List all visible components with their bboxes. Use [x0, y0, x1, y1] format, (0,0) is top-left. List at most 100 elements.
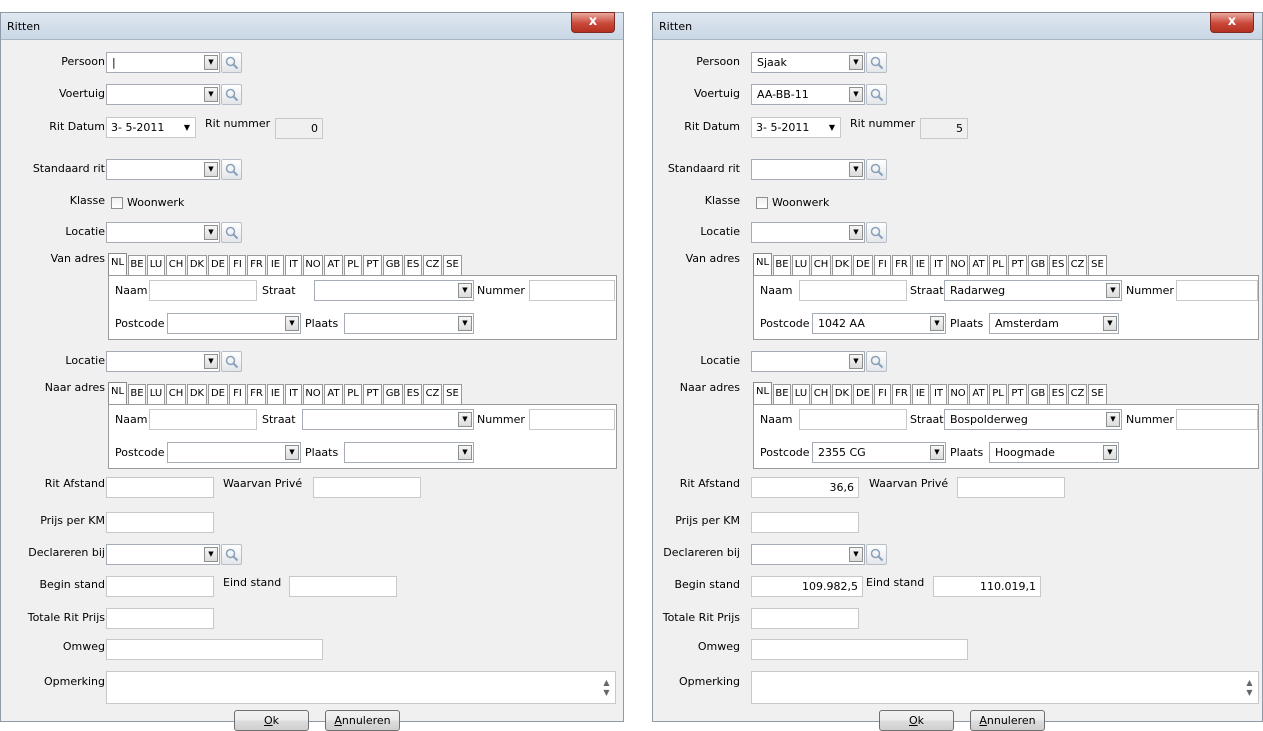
- tab-it[interactable]: IT: [930, 255, 947, 275]
- locatie-van-combo[interactable]: ▼: [106, 222, 220, 243]
- chevron-down-icon[interactable]: ▼: [849, 354, 863, 369]
- tab-it[interactable]: IT: [285, 384, 302, 404]
- van-plaats-combo[interactable]: Amsterdam ▼: [989, 313, 1119, 334]
- chevron-down-icon[interactable]: ▼: [1103, 445, 1117, 460]
- chevron-down-icon[interactable]: ▼: [458, 445, 472, 460]
- tab-be[interactable]: BE: [773, 384, 791, 404]
- chevron-down-icon[interactable]: ▼: [204, 547, 218, 562]
- tab-pt[interactable]: PT: [363, 255, 382, 275]
- van-nummer-field[interactable]: [529, 280, 615, 301]
- van-postcode-combo[interactable]: ▼: [167, 313, 301, 334]
- tab-es[interactable]: ES: [1049, 384, 1067, 404]
- persoon-search-button[interactable]: [866, 52, 887, 73]
- tab-lu[interactable]: LU: [792, 384, 810, 404]
- tab-fi[interactable]: FI: [874, 384, 891, 404]
- persoon-combo[interactable]: | ▼: [106, 52, 220, 73]
- tab-gb[interactable]: GB: [1028, 384, 1048, 404]
- tab-gb[interactable]: GB: [383, 384, 403, 404]
- waarvan-prive-field[interactable]: [313, 477, 421, 498]
- omweg-field[interactable]: [751, 639, 968, 660]
- opmerking-memo[interactable]: ▲ ▼: [106, 671, 616, 704]
- persoon-search-button[interactable]: [221, 52, 242, 73]
- tab-at[interactable]: AT: [969, 255, 988, 275]
- tab-be[interactable]: BE: [128, 384, 146, 404]
- van-nummer-field[interactable]: [1176, 280, 1258, 301]
- tab-cz[interactable]: CZ: [1068, 255, 1087, 275]
- tab-at[interactable]: AT: [324, 255, 343, 275]
- tab-cz[interactable]: CZ: [1068, 384, 1087, 404]
- tab-nl[interactable]: NL: [108, 253, 127, 276]
- chevron-down-icon[interactable]: ▼: [930, 445, 944, 460]
- eind-stand-field[interactable]: 110.019,1: [933, 576, 1041, 597]
- declareren-bij-combo[interactable]: ▼: [751, 544, 865, 565]
- standaard-rit-combo[interactable]: ▼: [751, 159, 865, 180]
- rit-afstand-field[interactable]: 36,6: [751, 477, 859, 498]
- tab-pl[interactable]: PL: [344, 384, 362, 404]
- rit-datum-picker[interactable]: 3- 5-2011 ▼: [106, 117, 196, 138]
- tab-fi[interactable]: FI: [229, 384, 246, 404]
- voertuig-search-button[interactable]: [866, 84, 887, 105]
- naar-straat-combo[interactable]: ▼: [302, 409, 474, 430]
- declareren-bij-search-button[interactable]: [866, 544, 887, 565]
- tab-ch[interactable]: CH: [811, 384, 831, 404]
- chevron-down-icon[interactable]: ▼: [204, 162, 218, 177]
- tab-gb[interactable]: GB: [1028, 255, 1048, 275]
- scroll-down-icon[interactable]: ▼: [599, 686, 614, 699]
- chevron-down-icon[interactable]: ▼: [458, 412, 472, 427]
- tab-ch[interactable]: CH: [166, 384, 186, 404]
- tab-ie[interactable]: IE: [912, 384, 929, 404]
- naar-nummer-field[interactable]: [529, 409, 615, 430]
- naar-postcode-combo[interactable]: 2355 CG ▼: [812, 442, 946, 463]
- tab-es[interactable]: ES: [404, 255, 422, 275]
- tab-it[interactable]: IT: [285, 255, 302, 275]
- persoon-combo[interactable]: Sjaak ▼: [751, 52, 865, 73]
- tab-ie[interactable]: IE: [912, 255, 929, 275]
- chevron-down-icon[interactable]: ▼: [458, 283, 472, 298]
- locatie-naar-combo[interactable]: ▼: [751, 351, 865, 372]
- tab-nl[interactable]: NL: [753, 253, 772, 276]
- tab-gb[interactable]: GB: [383, 255, 403, 275]
- chevron-down-icon[interactable]: ▼: [204, 225, 218, 240]
- waarvan-prive-field[interactable]: [957, 477, 1065, 498]
- tab-fr[interactable]: FR: [247, 255, 266, 275]
- chevron-down-icon[interactable]: ▼: [204, 354, 218, 369]
- close-button[interactable]: x: [571, 12, 615, 33]
- ok-button[interactable]: Ok: [234, 710, 309, 731]
- chevron-down-icon[interactable]: ▼: [1106, 412, 1120, 427]
- standaard-rit-search-button[interactable]: [866, 159, 887, 180]
- chevron-down-icon[interactable]: ▼: [458, 316, 472, 331]
- naar-nummer-field[interactable]: [1176, 409, 1258, 430]
- naar-postcode-combo[interactable]: ▼: [167, 442, 301, 463]
- tab-lu[interactable]: LU: [792, 255, 810, 275]
- tab-dk[interactable]: DK: [832, 384, 852, 404]
- rit-datum-picker[interactable]: 3- 5-2011 ▼: [751, 117, 841, 138]
- tab-pl[interactable]: PL: [344, 255, 362, 275]
- tab-pt[interactable]: PT: [363, 384, 382, 404]
- tab-ch[interactable]: CH: [166, 255, 186, 275]
- annuleren-button[interactable]: Annuleren: [325, 710, 400, 731]
- chevron-down-icon[interactable]: ▼: [849, 225, 863, 240]
- locatie-van-combo[interactable]: ▼: [751, 222, 865, 243]
- naar-plaats-combo[interactable]: Hoogmade ▼: [989, 442, 1119, 463]
- tab-se[interactable]: SE: [443, 384, 462, 404]
- tab-cz[interactable]: CZ: [423, 255, 442, 275]
- tab-lu[interactable]: LU: [147, 384, 165, 404]
- annuleren-button[interactable]: Annuleren: [970, 710, 1045, 731]
- tab-ie[interactable]: IE: [267, 384, 284, 404]
- locatie-naar-search-button[interactable]: [866, 351, 887, 372]
- scroll-down-icon[interactable]: ▼: [1242, 686, 1257, 699]
- locatie-van-search-button[interactable]: [221, 222, 242, 243]
- tab-se[interactable]: SE: [443, 255, 462, 275]
- tab-no[interactable]: NO: [303, 255, 323, 275]
- tab-fr[interactable]: FR: [892, 255, 911, 275]
- voertuig-combo[interactable]: AA-BB-11 ▼: [751, 84, 865, 105]
- standaard-rit-search-button[interactable]: [221, 159, 242, 180]
- tab-se[interactable]: SE: [1088, 384, 1107, 404]
- tab-no[interactable]: NO: [948, 255, 968, 275]
- tab-lu[interactable]: LU: [147, 255, 165, 275]
- chevron-down-icon[interactable]: ▼: [930, 316, 944, 331]
- chevron-down-icon[interactable]: ▼: [849, 547, 863, 562]
- van-plaats-combo[interactable]: ▼: [344, 313, 474, 334]
- tab-it[interactable]: IT: [930, 384, 947, 404]
- chevron-down-icon[interactable]: ▼: [1106, 283, 1120, 298]
